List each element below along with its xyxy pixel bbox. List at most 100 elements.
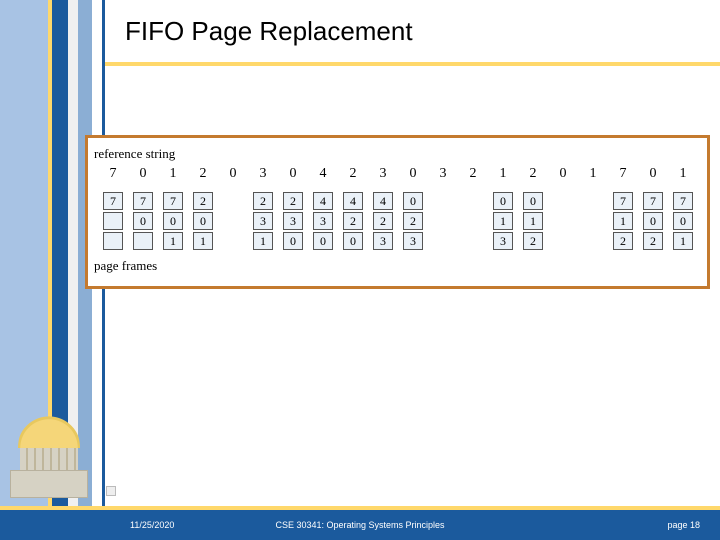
- frame-column: 4 2 3: [368, 192, 398, 252]
- page-frames-label: page frames: [94, 258, 699, 274]
- frame-cell: 3: [253, 212, 273, 230]
- reference-value: 3: [248, 166, 278, 182]
- frame-cell: 0: [343, 232, 363, 250]
- frame-cell: 3: [493, 232, 513, 250]
- frame-cell: 0: [313, 232, 333, 250]
- reference-value: 0: [128, 166, 158, 182]
- frame-cell: 1: [523, 212, 543, 230]
- frame-cell: [103, 212, 123, 230]
- frame-cell: [553, 212, 573, 230]
- dome-logo: [6, 408, 92, 498]
- frame-column: 7 0 1: [668, 192, 698, 252]
- frame-cell: 4: [343, 192, 363, 210]
- frame-cell: [553, 192, 573, 210]
- frame-cell: [223, 232, 243, 250]
- frame-column: [548, 192, 578, 252]
- frame-cell: 1: [193, 232, 213, 250]
- footer-page: page 18: [667, 520, 700, 530]
- frame-cell: 7: [163, 192, 183, 210]
- frame-cell: [463, 212, 483, 230]
- frame-cell: 3: [373, 232, 393, 250]
- frame-cell: 0: [133, 212, 153, 230]
- frame-column: 2 0 1: [188, 192, 218, 252]
- frame-column: 0 2 3: [398, 192, 428, 252]
- reference-value: 3: [428, 166, 458, 182]
- reference-value: 4: [308, 166, 338, 182]
- frame-cell: 2: [643, 232, 663, 250]
- frame-cell: [133, 232, 153, 250]
- frame-cell: 2: [283, 192, 303, 210]
- reference-value: 0: [398, 166, 428, 182]
- frame-cell: 3: [403, 232, 423, 250]
- reference-string-row: 70120304230321201701: [98, 166, 699, 182]
- frame-cell: [553, 232, 573, 250]
- reference-value: 1: [488, 166, 518, 182]
- frame-column: 012: [518, 192, 548, 252]
- frame-cell: 1: [673, 232, 693, 250]
- frame-cell: 2: [253, 192, 273, 210]
- reference-value: 2: [518, 166, 548, 182]
- frame-cell: 1: [613, 212, 633, 230]
- frame-column: [428, 192, 458, 252]
- title-underline: [105, 62, 720, 66]
- frame-cell: 2: [403, 212, 423, 230]
- reference-value: 0: [218, 166, 248, 182]
- frame-cell: [103, 232, 123, 250]
- frame-column: 702: [638, 192, 668, 252]
- frame-cell: [433, 192, 453, 210]
- reference-value: 2: [338, 166, 368, 182]
- reference-value: 2: [188, 166, 218, 182]
- frame-cell: [223, 192, 243, 210]
- frame-cell: 2: [373, 212, 393, 230]
- reference-value: 7: [98, 166, 128, 182]
- frame-cell: 7: [133, 192, 153, 210]
- frame-cell: 0: [403, 192, 423, 210]
- frame-column: 2 3 0: [278, 192, 308, 252]
- reference-value: 3: [368, 166, 398, 182]
- frame-cell: 1: [163, 232, 183, 250]
- diagram-panel: reference string 70120304230321201701 77…: [85, 135, 710, 289]
- frame-cell: [583, 192, 603, 210]
- frame-column: 70: [128, 192, 158, 252]
- frame-cell: [463, 232, 483, 250]
- frame-cell: 0: [673, 212, 693, 230]
- frame-column: [578, 192, 608, 252]
- frame-cell: [583, 232, 603, 250]
- reference-value: 1: [158, 166, 188, 182]
- frame-cell: 0: [163, 212, 183, 230]
- reference-value: 7: [608, 166, 638, 182]
- frame-cell: 7: [613, 192, 633, 210]
- frame-cell: [583, 212, 603, 230]
- page-frames-row: 7707012012312304304204230230130127127027…: [98, 192, 699, 252]
- frame-cell: 2: [523, 232, 543, 250]
- footer-bar: 11/25/2020 CSE 30341: Operating Systems …: [0, 510, 720, 540]
- frame-column: 420: [338, 192, 368, 252]
- reference-value: 1: [668, 166, 698, 182]
- frame-column: 7 1 2: [608, 192, 638, 252]
- frame-cell: [433, 212, 453, 230]
- frame-cell: 7: [103, 192, 123, 210]
- frame-column: 7 0 1: [158, 192, 188, 252]
- frame-cell: 2: [613, 232, 633, 250]
- page-title: FIFO Page Replacement: [125, 16, 413, 47]
- frame-cell: 0: [493, 192, 513, 210]
- frame-column: 013: [488, 192, 518, 252]
- frame-cell: 4: [313, 192, 333, 210]
- frame-cell: [433, 232, 453, 250]
- frame-cell: 7: [673, 192, 693, 210]
- reference-value: 0: [278, 166, 308, 182]
- frame-column: 7: [98, 192, 128, 252]
- frame-cell: 4: [373, 192, 393, 210]
- frame-cell: 0: [193, 212, 213, 230]
- frame-cell: 0: [643, 212, 663, 230]
- frame-cell: 3: [283, 212, 303, 230]
- footer-date: 11/25/2020: [130, 520, 174, 530]
- frame-cell: [463, 192, 483, 210]
- footer-course: CSE 30341: Operating Systems Principles: [275, 520, 444, 530]
- frame-column: [218, 192, 248, 252]
- reference-value: 1: [578, 166, 608, 182]
- frame-cell: 0: [283, 232, 303, 250]
- reference-value: 0: [638, 166, 668, 182]
- frame-cell: [223, 212, 243, 230]
- frame-cell: 2: [193, 192, 213, 210]
